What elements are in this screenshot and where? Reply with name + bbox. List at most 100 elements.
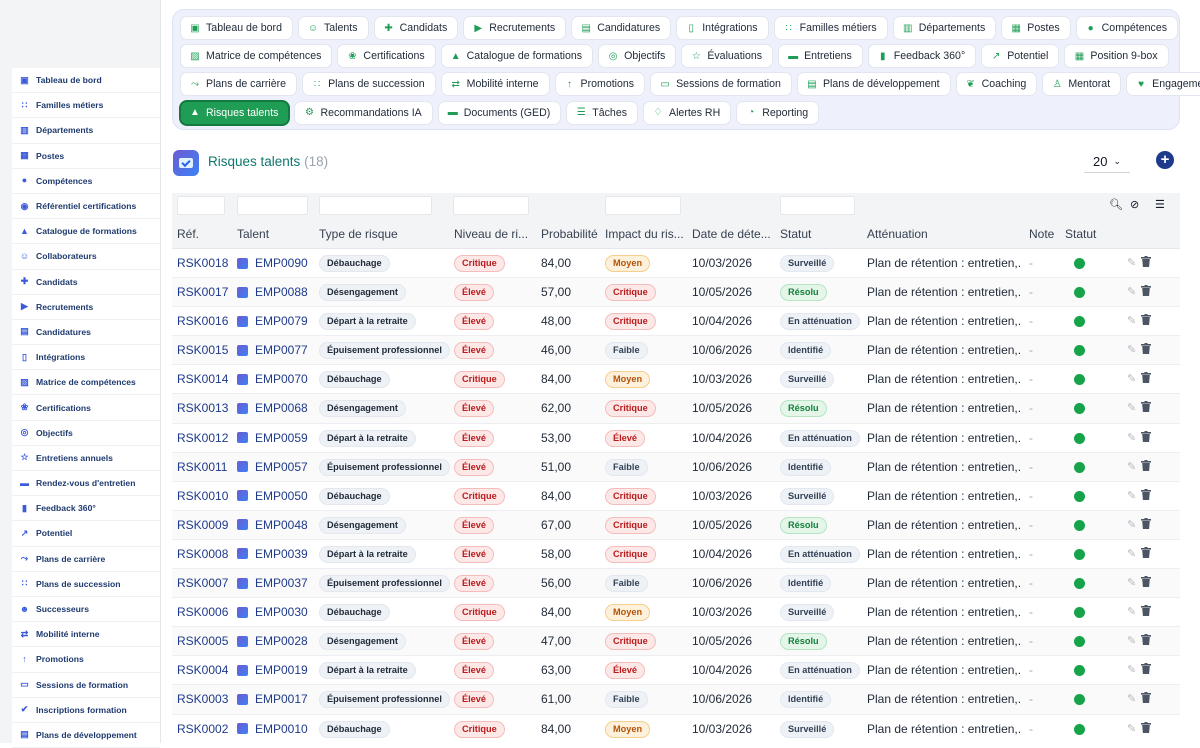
- sidebar-item-successeurs[interactable]: ☻ Successeurs: [12, 596, 160, 623]
- sidebar-item-sessions-de-formation[interactable]: ▭ Sessions de formation: [12, 672, 160, 698]
- edit-icon[interactable]: ✎: [1127, 285, 1136, 298]
- nav-pill-catalogue-de-formations[interactable]: ▲ Catalogue de formations: [440, 44, 594, 69]
- sidebar-item-entretiens-annuels[interactable]: ☆ Entretiens annuels: [12, 445, 160, 471]
- risk-ref-link[interactable]: RSK0012: [177, 431, 228, 445]
- talent-link[interactable]: EMP0068: [237, 401, 308, 415]
- trash-icon[interactable]: [1141, 430, 1151, 445]
- talent-link[interactable]: EMP0017: [237, 692, 308, 706]
- edit-icon[interactable]: ✎: [1127, 576, 1136, 589]
- sidebar-item-rendez-vous-d-entretien[interactable]: ▬ Rendez-vous d'entretien: [12, 471, 160, 497]
- sidebar-item-plans-de-carriere[interactable]: ⤳ Plans de carrière: [12, 546, 160, 572]
- nav-pill-postes[interactable]: ▦ Postes: [1001, 16, 1071, 40]
- column-header[interactable]: Note: [1029, 227, 1064, 241]
- talent-link[interactable]: EMP0057: [237, 460, 308, 474]
- trash-icon[interactable]: [1141, 663, 1151, 677]
- column-header[interactable]: Impact du ris...: [605, 227, 685, 241]
- risk-ref-link[interactable]: RSK0002: [177, 722, 228, 736]
- trash-icon[interactable]: [1141, 401, 1151, 415]
- sidebar-item-feedback-360[interactable]: ▮ Feedback 360°: [12, 496, 160, 522]
- sidebar-item-mobilite-interne[interactable]: ⇄ Mobilité interne: [12, 622, 160, 648]
- edit-icon[interactable]: ✎: [1127, 692, 1136, 705]
- trash-icon[interactable]: [1141, 634, 1151, 648]
- talent-link[interactable]: EMP0077: [237, 343, 308, 357]
- trash-icon[interactable]: [1141, 256, 1151, 270]
- trash-icon[interactable]: [1141, 605, 1151, 619]
- talent-link[interactable]: EMP0048: [237, 518, 308, 532]
- nav-pill-mentorat[interactable]: ♙ Mentorat: [1042, 72, 1122, 97]
- table-row[interactable]: RSK0012 EMP0059 Départ à la retraite Élevé 5…: [172, 424, 1180, 453]
- sidebar-item-candidatures[interactable]: ▤ Candidatures: [12, 319, 160, 346]
- risk-ref-link[interactable]: RSK0015: [177, 343, 228, 357]
- trash-icon[interactable]: [1141, 343, 1151, 357]
- filter-status-input[interactable]: [780, 196, 855, 215]
- nav-pill-familles-metiers[interactable]: ∷ Familles métiers: [773, 16, 888, 40]
- sidebar-item-collaborateurs[interactable]: ☺ Collaborateurs: [12, 244, 160, 270]
- column-header[interactable]: Probabilité: [541, 227, 601, 241]
- nav-pill-candidatures[interactable]: ▤ Candidatures: [571, 16, 672, 40]
- table-row[interactable]: RSK0003 EMP0017 Épuisement professionnel Él…: [172, 685, 1180, 715]
- sidebar-item-catalogue-de-formations[interactable]: ▲ Catalogue de formations: [12, 219, 160, 245]
- talent-link[interactable]: EMP0059: [237, 431, 308, 445]
- sidebar-item-certifications[interactable]: ❀ Certifications: [12, 395, 160, 421]
- trash-icon[interactable]: [1141, 721, 1151, 736]
- risk-ref-link[interactable]: RSK0018: [177, 256, 228, 270]
- sidebar-item-potentiel[interactable]: ↗ Potentiel: [12, 521, 160, 547]
- nav-pill-plans-de-developpement[interactable]: ▤ Plans de développement: [796, 72, 951, 97]
- edit-icon[interactable]: ✎: [1127, 489, 1136, 502]
- filter-level-input[interactable]: [453, 196, 529, 215]
- filter-impact-input[interactable]: [605, 196, 681, 215]
- risk-ref-link[interactable]: RSK0003: [177, 692, 228, 706]
- edit-icon[interactable]: ✎: [1127, 401, 1136, 414]
- nav-pill-plans-de-carriere[interactable]: ⤳ Plans de carrière: [180, 72, 298, 97]
- sidebar-item-integrations[interactable]: ▯ Intégrations: [12, 345, 160, 371]
- table-row[interactable]: RSK0007 EMP0037 Épuisement professionnel Él…: [172, 569, 1180, 599]
- sidebar-item-inscriptions-formation[interactable]: ✔ Inscriptions formation: [12, 697, 160, 723]
- column-header[interactable]: Réf.: [177, 227, 232, 241]
- nav-pill-evaluations[interactable]: ☆ Évaluations: [681, 44, 774, 69]
- column-header[interactable]: Date de déte...: [692, 227, 772, 241]
- table-row[interactable]: RSK0018 EMP0090 Débauchage Critique 84,00 Moy…: [172, 249, 1180, 279]
- sidebar-item-promotions[interactable]: ↑ Promotions: [12, 647, 160, 673]
- risk-ref-link[interactable]: RSK0017: [177, 285, 228, 299]
- nav-pill-integrations[interactable]: ▯ Intégrations: [676, 16, 769, 40]
- risk-ref-link[interactable]: RSK0004: [177, 663, 228, 677]
- trash-icon[interactable]: [1141, 488, 1151, 503]
- trash-icon[interactable]: [1141, 285, 1151, 299]
- table-row[interactable]: RSK0013 EMP0068 Désengagement Élevé 62,00 Cri…: [172, 394, 1180, 424]
- edit-icon[interactable]: ✎: [1127, 518, 1136, 531]
- table-row[interactable]: RSK0004 EMP0019 Départ à la retraite Élevé 6…: [172, 656, 1180, 686]
- table-row[interactable]: RSK0015 EMP0077 Épuisement professionnel Él…: [172, 336, 1180, 366]
- trash-icon[interactable]: [1141, 546, 1151, 561]
- column-header[interactable]: Niveau de ri...: [454, 227, 528, 241]
- column-header[interactable]: Type de risque: [319, 227, 444, 241]
- nav-pill-candidats[interactable]: ✚ Candidats: [373, 16, 459, 40]
- talent-link[interactable]: EMP0090: [237, 256, 308, 270]
- nav-pill-recrutements[interactable]: ▶ Recrutements: [463, 16, 567, 40]
- edit-icon[interactable]: ✎: [1127, 256, 1136, 269]
- nav-pill-certifications[interactable]: ❀ Certifications: [337, 44, 436, 69]
- nav-pill-coaching[interactable]: ❦ Coaching: [955, 72, 1038, 97]
- nav-pill-objectifs[interactable]: ◎ Objectifs: [598, 44, 677, 69]
- risk-ref-link[interactable]: RSK0005: [177, 634, 228, 648]
- table-row[interactable]: RSK0017 EMP0088 Désengagement Élevé 57,00 Cri…: [172, 278, 1180, 308]
- column-header[interactable]: Statut: [780, 227, 860, 241]
- nav-pill-engagement[interactable]: ♥ Engagement: [1126, 72, 1200, 97]
- sidebar-item-candidats[interactable]: ✚ Candidats: [12, 269, 160, 295]
- sidebar-item-objectifs[interactable]: ◎ Objectifs: [12, 420, 160, 446]
- nav-pill-talents[interactable]: ☺ Talents: [297, 16, 369, 40]
- nav-pill-reporting[interactable]: ◔ Reporting: [736, 100, 820, 125]
- edit-icon[interactable]: ✎: [1127, 372, 1136, 385]
- nav-pill-feedback-360[interactable]: ▮ Feedback 360°: [867, 44, 977, 69]
- risk-ref-link[interactable]: RSK0006: [177, 605, 228, 619]
- table-row[interactable]: RSK0016 EMP0079 Départ à la retraite Élevé 4…: [172, 307, 1180, 337]
- sidebar-item-plans-de-succession[interactable]: ∷ Plans de succession: [12, 571, 160, 597]
- nav-pill-position-9-box[interactable]: ▦ Position 9-box: [1064, 44, 1169, 69]
- risk-ref-link[interactable]: RSK0013: [177, 401, 228, 415]
- table-row[interactable]: RSK0014 EMP0070 Débauchage Critique 84,00 Moy…: [172, 365, 1180, 395]
- nav-pill-promotions[interactable]: ↑ Promotions: [554, 72, 646, 97]
- talent-link[interactable]: EMP0028: [237, 634, 308, 648]
- edit-icon[interactable]: ✎: [1127, 431, 1136, 444]
- sidebar-item-plans-de-developpement[interactable]: ▤ Plans de développement: [12, 722, 160, 748]
- search-icon[interactable]: 🔍︎: [1109, 198, 1123, 211]
- talent-link[interactable]: EMP0088: [237, 285, 308, 299]
